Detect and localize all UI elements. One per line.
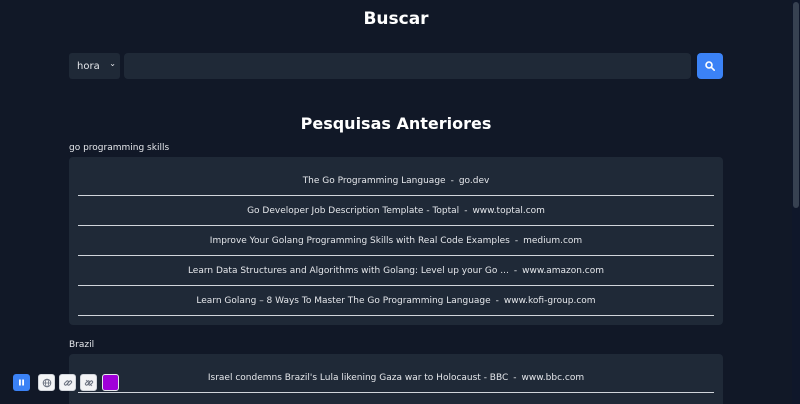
history-group-card: The Go Programming Language - go.dev Go De… bbox=[69, 157, 723, 325]
pause-icon bbox=[19, 379, 24, 386]
search-button[interactable] bbox=[697, 53, 723, 79]
chain-icon bbox=[84, 379, 94, 387]
history-group-label: Brazil bbox=[69, 340, 95, 350]
link-icon bbox=[63, 380, 73, 386]
pause-button[interactable] bbox=[13, 374, 30, 391]
result-title: Israel condemns Brazil's Lula likening G… bbox=[207, 373, 509, 383]
link-button[interactable] bbox=[59, 374, 76, 391]
result-domain: www.toptal.com bbox=[472, 206, 545, 216]
result-domain: www.kofi-group.com bbox=[503, 296, 596, 306]
result-domain: go.dev bbox=[458, 176, 490, 186]
result-separator: - bbox=[495, 296, 499, 306]
result-domain: www.amazon.com bbox=[522, 266, 605, 276]
page: Buscar hora ⌄ Pesquisas Anteriores go pr… bbox=[0, 0, 800, 404]
result-domain: www.bbc.com bbox=[521, 373, 585, 383]
time-filter-select[interactable]: hora ⌄ bbox=[69, 53, 120, 79]
result-separator: - bbox=[464, 206, 468, 216]
result-separator: - bbox=[450, 176, 454, 186]
result-domain: medium.com bbox=[523, 236, 583, 246]
result-title: Improve Your Golang Programming Skills w… bbox=[209, 236, 510, 246]
chain-button[interactable] bbox=[80, 374, 97, 391]
time-filter-value: hora bbox=[77, 61, 100, 72]
history-title: Pesquisas Anteriores bbox=[300, 114, 492, 133]
chevron-down-icon: ⌄ bbox=[109, 59, 116, 68]
result-link[interactable]: Learn Golang – 8 Ways To Master The Go P… bbox=[78, 286, 714, 316]
result-link[interactable]: The Go Programming Language - go.dev bbox=[78, 166, 714, 196]
history-group-card: Israel condemns Brazil's Lula likening G… bbox=[69, 354, 723, 404]
color-swatch[interactable] bbox=[102, 374, 119, 391]
page-title: Buscar bbox=[363, 9, 429, 29]
search-bar: hora ⌄ bbox=[69, 53, 723, 79]
result-separator: - bbox=[513, 266, 518, 276]
result-title: The Go Programming Language bbox=[302, 176, 446, 186]
globe-button[interactable] bbox=[38, 374, 55, 391]
result-title: Learn Data Structures and Algorithms wit… bbox=[187, 266, 509, 276]
result-link[interactable]: Go Developer Job Description Template - … bbox=[78, 196, 714, 226]
result-title: Go Developer Job Description Template - … bbox=[247, 206, 460, 216]
scrollbar[interactable] bbox=[792, 0, 800, 404]
result-title: Learn Golang – 8 Ways To Master The Go P… bbox=[196, 296, 491, 306]
result-link[interactable]: Improve Your Golang Programming Skills w… bbox=[78, 226, 714, 256]
history-group-label: go programming skills bbox=[69, 143, 170, 153]
result-link[interactable]: Learn Data Structures and Algorithms wit… bbox=[78, 256, 714, 286]
scrollbar-thumb[interactable] bbox=[793, 2, 799, 208]
result-separator: - bbox=[514, 236, 519, 246]
search-icon bbox=[705, 61, 715, 71]
result-separator: - bbox=[513, 373, 517, 383]
search-input[interactable] bbox=[124, 53, 691, 79]
globe-icon bbox=[42, 378, 52, 388]
result-link[interactable]: Israel condemns Brazil's Lula likening G… bbox=[78, 363, 714, 393]
